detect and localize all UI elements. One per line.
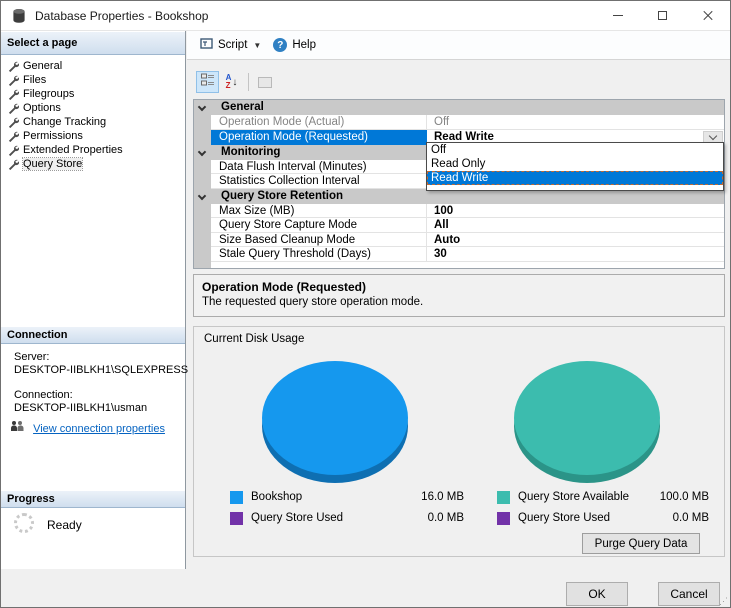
- alphabetical-sort-button[interactable]: AZ ↓: [220, 71, 243, 93]
- dialog-toolbar: Script ▼ ? Help: [187, 31, 730, 60]
- category-query-store-retention[interactable]: Query Store Retention: [194, 189, 724, 204]
- row-operation-mode-actual[interactable]: Operation Mode (Actual) Off: [211, 115, 724, 130]
- script-dropdown-icon[interactable]: ▼: [253, 41, 261, 50]
- window-title: Database Properties - Bookshop: [35, 9, 209, 23]
- script-icon: [200, 37, 213, 53]
- maximize-button[interactable]: [640, 1, 685, 30]
- chevron-down-icon: [708, 131, 718, 140]
- row-stale-query-threshold[interactable]: Stale Query Threshold (Days) 30: [211, 247, 724, 262]
- help-button[interactable]: Help: [292, 39, 316, 51]
- property-description-panel: Operation Mode (Requested) The requested…: [193, 274, 725, 317]
- dropdown-option-off[interactable]: Off: [427, 143, 723, 157]
- legend-swatch-purple: [230, 512, 243, 525]
- close-icon: [702, 10, 714, 22]
- connection-label: Connection:: [14, 389, 73, 401]
- view-connection-properties-link[interactable]: View connection properties: [33, 423, 165, 435]
- sidebar-item-change-tracking[interactable]: Change Tracking: [1, 115, 185, 129]
- toolbar-separator: [248, 73, 249, 91]
- minimize-button[interactable]: [595, 1, 640, 30]
- connection-header: Connection: [1, 327, 185, 344]
- server-value: DESKTOP-IIBLKH1\SQLEXPRESS: [14, 364, 189, 376]
- minimize-icon: [612, 15, 623, 16]
- dropdown-option-read-write[interactable]: Read Write: [427, 171, 723, 185]
- row-max-size[interactable]: Max Size (MB) 100: [211, 204, 724, 218]
- row-capture-mode[interactable]: Query Store Capture Mode All: [211, 218, 724, 233]
- database-properties-dialog: Database Properties - Bookshop Select a …: [0, 0, 731, 608]
- legend-swatch-purple: [497, 512, 510, 525]
- dropdown-option-read-only[interactable]: Read Only: [427, 157, 723, 171]
- purge-query-data-button[interactable]: Purge Query Data: [582, 533, 700, 554]
- wrench-icon: [8, 159, 20, 174]
- collapse-chevron-icon[interactable]: [197, 147, 207, 157]
- collapse-chevron-icon[interactable]: [197, 102, 207, 112]
- categorized-view-button[interactable]: [196, 71, 219, 93]
- property-pages-button-disabled: [253, 71, 276, 93]
- legend-swatch-blue: [230, 491, 243, 504]
- row-size-based-cleanup[interactable]: Size Based Cleanup Mode Auto: [211, 233, 724, 247]
- grid-gutter: [194, 100, 211, 268]
- operation-mode-dropdown-list: Off Read Only Read Write: [426, 142, 724, 191]
- select-a-page-header: Select a page: [1, 32, 185, 55]
- sidebar-item-extended-properties[interactable]: Extended Properties: [1, 143, 185, 157]
- categorized-icon: [200, 73, 215, 91]
- category-general[interactable]: General: [194, 100, 724, 115]
- ok-button[interactable]: OK: [566, 582, 628, 606]
- title-bar: Database Properties - Bookshop: [1, 1, 730, 31]
- az-sort-icon: AZ ↓: [225, 73, 238, 90]
- sidebar-item-query-store[interactable]: Query Store: [1, 157, 185, 171]
- help-icon: ?: [273, 38, 288, 52]
- query-store-disk-usage-pie-chart: [514, 361, 660, 483]
- maximize-icon: [658, 11, 667, 20]
- sidebar: Select a page General Files Filegroups O…: [1, 31, 189, 569]
- resize-grip[interactable]: ⋰: [719, 596, 728, 607]
- sidebar-item-filegroups[interactable]: Filegroups: [1, 87, 185, 101]
- server-label: Server:: [14, 351, 50, 363]
- property-pages-icon: [257, 76, 272, 88]
- description-title: Operation Mode (Requested): [202, 280, 367, 294]
- progress-spinner-icon: [14, 513, 34, 533]
- progress-header: Progress: [1, 491, 185, 508]
- disk-usage-title: Current Disk Usage: [204, 333, 305, 345]
- cancel-button[interactable]: Cancel: [658, 582, 720, 606]
- progress-status: Ready: [47, 518, 82, 532]
- close-button[interactable]: [685, 1, 730, 30]
- sidebar-item-options[interactable]: Options: [1, 101, 185, 115]
- script-button[interactable]: Script: [218, 39, 247, 51]
- database-icon: [11, 8, 27, 29]
- current-disk-usage-groupbox: Current Disk Usage Bookshop 16.0 MB Quer…: [193, 326, 725, 557]
- sidebar-item-general[interactable]: General: [1, 59, 185, 73]
- connection-properties-icon: [10, 421, 27, 435]
- collapse-chevron-icon[interactable]: [197, 191, 207, 201]
- description-text: The requested query store operation mode…: [202, 296, 424, 308]
- connection-value: DESKTOP-IIBLKH1\usman: [14, 402, 148, 414]
- database-disk-usage-pie-chart: [262, 361, 408, 483]
- legend-swatch-teal: [497, 491, 510, 504]
- sidebar-item-files[interactable]: Files: [1, 73, 185, 87]
- property-grid-toolbar: AZ ↓: [196, 71, 277, 93]
- sidebar-item-permissions[interactable]: Permissions: [1, 129, 185, 143]
